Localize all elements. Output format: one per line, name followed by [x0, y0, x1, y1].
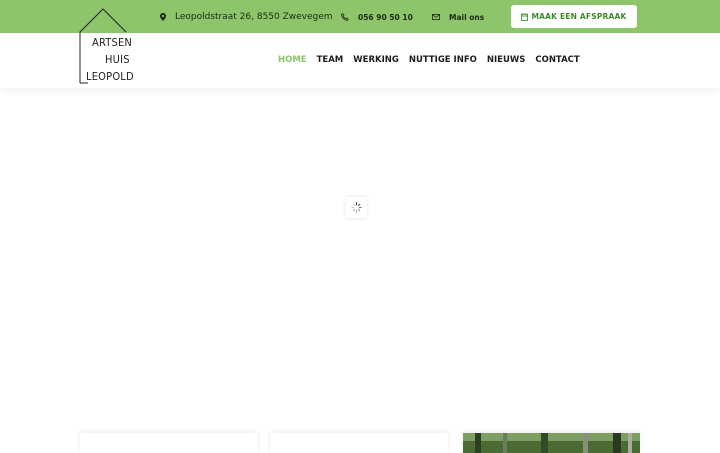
calendar-icon	[521, 12, 529, 21]
mail-link[interactable]: Mail ons	[432, 11, 484, 23]
nav-item-nuttige-info[interactable]: NUTTIGE INFO	[409, 55, 477, 65]
content-card-image[interactable]	[463, 433, 640, 453]
logo-text-artsen: ARTSEN	[92, 36, 133, 49]
phone-link[interactable]: 056 90 50 10	[341, 11, 413, 23]
nav-item-home[interactable]: HOME	[278, 55, 307, 65]
address-text: Leopoldstraat 26, 8550 Zwevegem	[175, 12, 333, 22]
main-nav: HOME TEAM WERKING NUTTIGE INFO NIEUWS CO…	[278, 55, 590, 65]
loading-spinner	[346, 197, 367, 218]
envelope-icon	[432, 14, 440, 20]
content-card[interactable]	[271, 433, 448, 453]
mail-text: Mail ons	[449, 12, 485, 22]
nav-item-contact[interactable]: CONTACT	[535, 55, 579, 65]
site-logo[interactable]: ARTSEN HUIS LEOPOLD	[79, 8, 134, 84]
nav-item-nieuws[interactable]: NIEUWS	[487, 55, 525, 65]
address-link[interactable]: Leopoldstraat 26, 8550 Zwevegem	[160, 11, 333, 23]
forest-image	[463, 433, 640, 453]
logo-text-huis: HUIS	[105, 53, 130, 66]
logo-text-leopold: LEOPOLD	[86, 70, 134, 83]
nav-item-team[interactable]: TEAM	[317, 55, 344, 65]
nav-item-werking[interactable]: WERKING	[353, 55, 399, 65]
make-appointment-button[interactable]: MAAK EEN AFSPRAAK	[511, 5, 637, 28]
phone-text: 056 90 50 10	[358, 12, 413, 22]
make-appointment-label: MAAK EEN AFSPRAAK	[531, 12, 627, 21]
map-pin-icon	[160, 13, 166, 21]
content-card[interactable]	[80, 433, 257, 453]
spinner-icon	[351, 202, 362, 213]
phone-icon	[341, 13, 349, 21]
